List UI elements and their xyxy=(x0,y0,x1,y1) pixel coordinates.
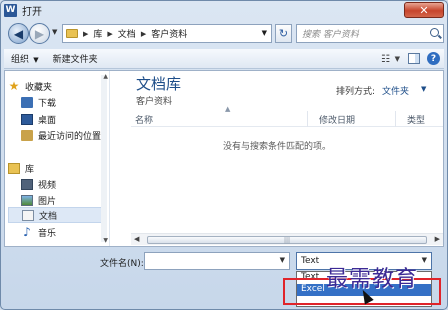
scroll-up-icon[interactable]: ▲ xyxy=(103,73,108,80)
breadcrumb-customer-data[interactable]: 客户资料 xyxy=(151,27,187,40)
word-app-icon: W xyxy=(4,3,17,17)
scroll-down-icon[interactable]: ▼ xyxy=(103,237,108,244)
back-button[interactable]: ◀ xyxy=(8,23,29,44)
window-title: 打开 xyxy=(22,6,42,18)
arrange-by-label: 排列方式: xyxy=(336,87,376,97)
content-area: ★ 收藏夹 下载 桌面 最近访问的位置 库 视频 图片 文档 ♪ 音乐 ▲ ▼ … xyxy=(4,70,444,247)
grip-icon: ||| xyxy=(283,237,291,244)
video-icon xyxy=(21,178,33,190)
sidebar-item-label: 最近访问的位置 xyxy=(38,131,102,142)
sort-arrow-icon: ▲ xyxy=(225,105,231,113)
library-subtitle: 客户资料 xyxy=(136,97,173,107)
title-bar: W 打开 ✕ xyxy=(2,1,446,19)
chevron-right-icon[interactable]: ▶ xyxy=(83,30,88,38)
desktop-icon xyxy=(21,113,33,125)
organize-label: 组织 xyxy=(11,55,30,65)
arrange-by-dropdown[interactable]: 文件夹 xyxy=(382,84,409,97)
new-folder-button[interactable]: 新建文件夹 xyxy=(46,52,105,65)
sidebar-item-label: 下载 xyxy=(38,98,57,109)
sidebar-item-label: 图片 xyxy=(38,196,57,207)
filename-dropdown-icon[interactable]: ▼ xyxy=(280,256,285,264)
column-header-type[interactable]: 类型 xyxy=(407,113,425,126)
sidebar-item-downloads[interactable]: 下载 xyxy=(21,94,56,110)
sidebar-item-label: 视频 xyxy=(38,180,57,191)
sidebar-item-label: 库 xyxy=(25,164,35,175)
downloads-folder-icon xyxy=(21,96,33,108)
sidebar-item-label: 桌面 xyxy=(38,115,57,126)
file-list-pane: 文档库 客户资料 排列方式: 文件夹 ▼ ▲ 名称 修改日期 类型 没有与搜索条… xyxy=(111,71,443,246)
scroll-left-icon[interactable]: ◀ xyxy=(134,235,139,243)
sidebar-item-libraries[interactable]: 库 xyxy=(8,160,34,176)
column-header-date-modified[interactable]: 修改日期 xyxy=(319,113,355,126)
column-header-name[interactable]: 名称 xyxy=(135,113,153,126)
refresh-button[interactable]: ↻ xyxy=(275,24,292,43)
search-placeholder: 搜索 客户资料 xyxy=(302,30,359,40)
chevron-down-icon[interactable]: ▼ xyxy=(422,256,427,264)
library-icon xyxy=(8,162,20,174)
command-toolbar: 组织 ▼ 新建文件夹 ☷ ▼ ? xyxy=(4,49,444,69)
sidebar-item-desktop[interactable]: 桌面 xyxy=(21,111,56,127)
navigation-pane: ★ 收藏夹 下载 桌面 最近访问的位置 库 视频 图片 文档 ♪ 音乐 ▲ ▼ xyxy=(5,71,110,246)
sidebar-item-pictures[interactable]: 图片 xyxy=(21,192,56,208)
sidebar-item-label: 收藏夹 xyxy=(25,82,53,93)
close-button[interactable]: ✕ xyxy=(404,2,444,18)
sidebar-item-favorites[interactable]: ★ 收藏夹 xyxy=(8,78,52,94)
forward-button[interactable]: ▶ xyxy=(29,23,50,44)
picture-icon xyxy=(21,194,33,206)
column-divider[interactable] xyxy=(395,111,396,127)
address-dropdown-icon[interactable]: ▼ xyxy=(262,29,267,37)
star-icon: ★ xyxy=(8,78,20,93)
address-bar[interactable]: ▶ 库 ▶ 文档 ▶ 客户资料 ▼ xyxy=(62,24,272,43)
sidebar-scrollbar[interactable] xyxy=(101,75,107,242)
breadcrumb-library[interactable]: 库 xyxy=(93,27,102,40)
watermark: 最需教育 xyxy=(326,267,419,292)
chevron-down-icon: ▼ xyxy=(31,56,39,64)
help-icon[interactable]: ? xyxy=(427,52,440,65)
scroll-right-icon[interactable]: ▶ xyxy=(435,235,440,243)
filename-label: 文件名(N): xyxy=(100,259,144,269)
library-title: 文档库 xyxy=(136,75,182,93)
scrollbar-thumb[interactable]: ||| xyxy=(147,236,427,244)
horizontal-scrollbar[interactable]: ◀ ||| ▶ xyxy=(131,233,443,245)
organize-button[interactable]: 组织 ▼ xyxy=(4,52,46,65)
music-note-icon: ♪ xyxy=(23,224,31,239)
sidebar-item-label: 文档 xyxy=(39,211,58,222)
preview-pane-icon[interactable] xyxy=(408,53,420,64)
column-divider[interactable] xyxy=(307,111,308,127)
breadcrumb-documents[interactable]: 文档 xyxy=(118,27,136,40)
recent-pages-dropdown-icon[interactable]: ▼ xyxy=(52,28,57,36)
navigation-bar: ◀ ▶ ▼ ▶ 库 ▶ 文档 ▶ 客户资料 ▼ ↻ 搜索 客户资料 xyxy=(4,22,444,46)
search-icon[interactable] xyxy=(430,28,439,37)
empty-results-message: 没有与搜索条件匹配的项。 xyxy=(222,142,331,152)
sidebar-item-videos[interactable]: 视频 xyxy=(21,176,56,192)
view-dropdown-icon[interactable]: ▼ xyxy=(395,55,400,63)
filename-field[interactable]: ▼ xyxy=(144,252,290,270)
file-type-value: Text xyxy=(301,256,320,266)
search-input[interactable]: 搜索 客户资料 xyxy=(296,24,444,43)
sidebar-item-label: 音乐 xyxy=(38,228,57,239)
column-header-row: ▲ 名称 修改日期 类型 xyxy=(131,105,443,127)
sidebar-item-recent-places[interactable]: 最近访问的位置 xyxy=(21,127,101,143)
recent-places-icon xyxy=(21,129,33,141)
chevron-right-icon[interactable]: ▶ xyxy=(141,30,146,38)
view-options-icon[interactable]: ☷ xyxy=(381,54,390,65)
folder-icon xyxy=(66,29,78,38)
document-icon xyxy=(22,209,34,221)
chevron-down-icon[interactable]: ▼ xyxy=(421,85,426,93)
sidebar-item-music[interactable]: ♪ 音乐 xyxy=(21,224,56,240)
chevron-right-icon[interactable]: ▶ xyxy=(107,30,112,38)
sidebar-item-documents[interactable]: 文档 xyxy=(8,207,106,223)
